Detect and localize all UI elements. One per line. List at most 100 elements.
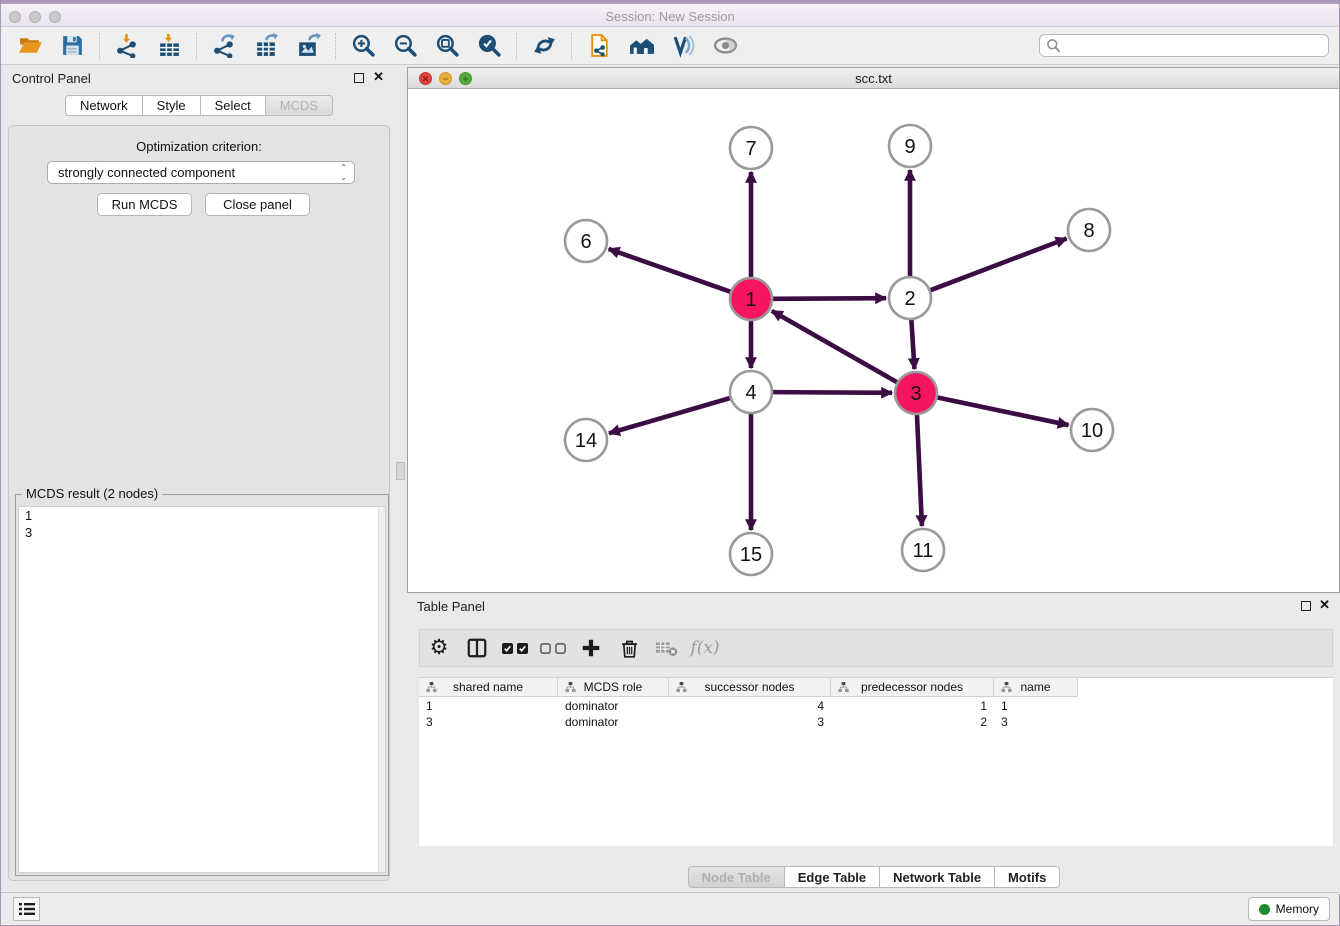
graph-node-2[interactable]: 2 [889,277,931,319]
graph-node-label: 10 [1081,420,1103,442]
column-header-successor-nodes[interactable]: successor nodes [669,678,831,697]
tab-select[interactable]: Select [201,95,266,116]
mcds-result-title: MCDS result (2 nodes) [22,486,162,501]
tab-network[interactable]: Network [65,95,143,116]
table-row[interactable]: 1dominator411 [419,698,1078,714]
zoom-selected-icon[interactable] [474,31,504,61]
table-row[interactable]: 3dominator323 [419,714,1078,730]
select-all-columns-icon[interactable] [502,635,528,661]
table-options-icon[interactable]: ⚙ [426,635,452,661]
graph-node-15[interactable]: 15 [730,533,772,575]
tab-network-table[interactable]: Network Table [880,866,995,888]
graph-node-14[interactable]: 14 [565,419,607,461]
open-file-icon[interactable] [15,31,45,61]
graph-node-7[interactable]: 7 [730,127,772,169]
table-cell[interactable]: 3 [994,714,1078,730]
column-header-MCDS-role[interactable]: MCDS role [558,678,669,697]
graph-node-4[interactable]: 4 [730,371,772,413]
status-bar: Memory [1,892,1339,925]
graph-edge-3-11[interactable] [917,415,922,526]
result-scrollbar[interactable] [378,507,385,872]
table-cell[interactable]: dominator [558,714,669,730]
graph-node-1[interactable]: 1 [730,278,772,320]
main-toolbar [1,27,1339,65]
delete-table-icon[interactable] [654,635,680,661]
column-header-name[interactable]: name [994,678,1078,697]
create-column-icon[interactable] [578,635,604,661]
graph-node-3[interactable]: 3 [895,372,937,414]
column-header-shared-name[interactable]: shared name [419,678,558,697]
table-cell[interactable]: 1 [994,698,1078,714]
graph-edge-2-8[interactable] [931,239,1067,291]
float-panel-icon[interactable] [1301,601,1311,611]
toolbar-separator [196,33,197,59]
network-graph[interactable]: 1 2 3 4 6 7 8 9 10 11 14 15 [408,90,1339,593]
network-title: scc.txt [408,71,1339,86]
graph-edge-3-1[interactable] [772,311,897,382]
graph-node-8[interactable]: 8 [1068,209,1110,251]
tab-node-table[interactable]: Node Table [688,866,785,888]
save-session-icon[interactable] [57,31,87,61]
zoom-fit-icon[interactable] [432,31,462,61]
search-field-wrap [1039,34,1329,57]
table-cell[interactable]: 2 [831,714,994,730]
table-cell[interactable]: 1 [419,698,558,714]
export-image-icon[interactable] [293,31,323,61]
tab-style[interactable]: Style [143,95,201,116]
delete-columns-icon[interactable] [616,635,642,661]
table-cell[interactable]: 1 [831,698,994,714]
network-from-selection-icon[interactable] [584,31,614,61]
tab-mcds[interactable]: MCDS [266,95,333,116]
graph-edge-3-10[interactable] [938,398,1069,426]
graph-node-6[interactable]: 6 [565,220,607,262]
table-cell[interactable]: dominator [558,698,669,714]
float-panel-icon[interactable] [354,73,364,83]
close-panel-icon[interactable]: ✕ [1319,597,1330,613]
show-tasks-button[interactable] [13,897,40,921]
table-cell[interactable]: 3 [419,714,558,730]
close-panel-button[interactable]: Close panel [205,193,310,216]
control-panel: Control Panel ✕ Network Style Select MCD… [2,65,396,894]
split-pane-divider[interactable] [396,462,405,480]
table-tabs: Node Table Edge Table Network Table Moti… [407,866,1340,888]
graph-edge-4-3[interactable] [773,392,892,393]
show-hide-icon[interactable] [710,31,740,61]
graph-edge-1-2[interactable] [773,298,886,299]
mcds-result-line: 3 [19,524,385,541]
graph-edge-4-14[interactable] [609,398,730,433]
toolbar-separator [516,33,517,59]
vizmapper-icon[interactable] [668,31,698,61]
optimization-criterion-select[interactable]: strongly connected component ⌃⌄ [47,161,355,184]
graph-edge-1-6[interactable] [609,249,731,292]
tab-motifs[interactable]: Motifs [995,866,1060,888]
function-builder-icon[interactable]: f(x) [692,635,718,661]
memory-button[interactable]: Memory [1248,897,1330,921]
apply-layout-icon[interactable] [529,31,559,61]
graph-node-label: 4 [745,382,756,404]
show-column-icon[interactable] [464,635,490,661]
open-browser-home-icon[interactable] [626,31,656,61]
close-panel-icon[interactable]: ✕ [373,69,384,85]
table-cell[interactable]: 3 [669,714,831,730]
table-panel: Table Panel ✕ ⚙ [407,593,1340,894]
app-title: Session: New Session [1,9,1339,24]
graph-edges [609,170,1069,530]
zoom-in-icon[interactable] [348,31,378,61]
table-cell[interactable]: 4 [669,698,831,714]
import-table-icon[interactable] [154,31,184,61]
mcds-result-textarea[interactable]: 1 3 [18,506,386,873]
export-table-icon[interactable] [251,31,281,61]
search-input[interactable] [1039,34,1329,57]
run-mcds-button[interactable]: Run MCDS [97,193,192,216]
graph-node-10[interactable]: 10 [1071,409,1113,451]
zoom-out-icon[interactable] [390,31,420,61]
import-network-icon[interactable] [112,31,142,61]
graph-node-9[interactable]: 9 [889,125,931,167]
column-header-predecessor-nodes[interactable]: predecessor nodes [831,678,994,697]
unselect-all-columns-icon[interactable] [540,635,566,661]
tab-edge-table[interactable]: Edge Table [785,866,880,888]
export-network-icon[interactable] [209,31,239,61]
graph-edge-2-3[interactable] [911,320,914,369]
graph-node-11[interactable]: 11 [902,529,944,571]
graph-node-label: 6 [580,231,591,253]
